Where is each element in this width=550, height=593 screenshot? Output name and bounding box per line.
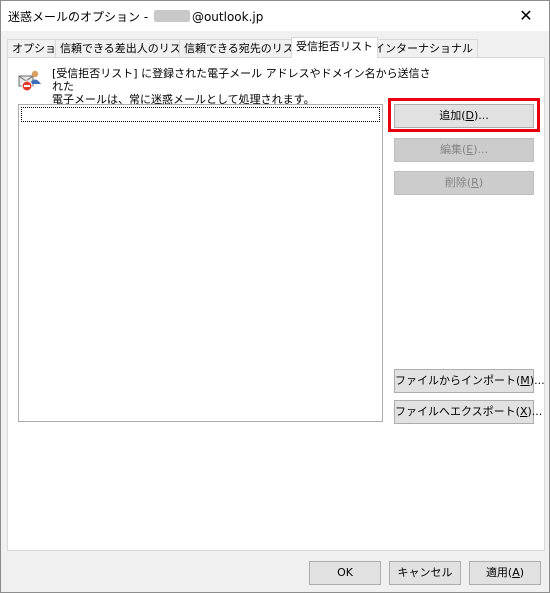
blocked-senders-list[interactable] — [18, 104, 383, 422]
import-button-key: M — [520, 374, 530, 387]
delete-button-suffix: ) — [478, 176, 484, 189]
cancel-button[interactable]: キャンセル — [389, 561, 461, 585]
export-button-suffix: )... — [527, 405, 543, 418]
apply-button-suffix: ) — [519, 566, 525, 579]
delete-button-label: 削除( — [444, 176, 472, 189]
export-button-key: X — [519, 405, 528, 418]
title-suffix: @outlook.jp — [191, 10, 264, 24]
list-focus-row[interactable] — [21, 107, 380, 122]
redacted-username — [153, 10, 190, 22]
delete-button-key: R — [471, 176, 479, 189]
apply-button[interactable]: 適用(A) — [469, 561, 541, 585]
export-button-label: ファイルへエクスポート( — [395, 405, 520, 418]
description-line-1: [受信拒否リスト] に登録された電子メール アドレスやドメイン名から送信された — [52, 67, 431, 93]
ok-button[interactable]: OK — [309, 561, 381, 585]
export-button[interactable]: ファイルへエクスポート(X)... — [394, 400, 542, 424]
close-icon[interactable]: ✕ — [503, 1, 549, 31]
apply-button-key: A — [512, 566, 520, 579]
blocked-senders-icon — [18, 70, 41, 92]
title-bar: 迷惑メールのオプション - @outlook.jp ✕ — [1, 1, 549, 31]
edit-button[interactable]: 編集(E)... — [394, 138, 534, 162]
edit-button-label: 編集( — [439, 143, 467, 156]
title-prefix: 迷惑メールのオプション - — [8, 10, 152, 24]
edit-button-suffix: )... — [473, 143, 489, 156]
options-dialog: 迷惑メールのオプション - @outlook.jp ✕ オプション 信頼できる差… — [0, 0, 550, 593]
tab-safe-senders[interactable]: 信頼できる差出人のリスト — [55, 39, 197, 57]
blocked-senders-panel: [受信拒否リスト] に登録された電子メール アドレスやドメイン名から送信された … — [7, 57, 545, 551]
tab-strip: オプション 信頼できる差出人のリスト 信頼できる宛先のリスト 受信拒否リスト イ… — [7, 37, 547, 59]
tab-blocked-senders[interactable]: 受信拒否リスト — [291, 37, 378, 58]
window-title: 迷惑メールのオプション - @outlook.jp — [8, 8, 263, 25]
import-button-label: ファイルからインポート( — [395, 374, 521, 387]
tab-international[interactable]: インターナショナル — [369, 39, 478, 57]
apply-button-label: 適用( — [485, 566, 513, 579]
add-button-highlight — [388, 98, 540, 132]
import-button-suffix: )... — [529, 374, 545, 387]
delete-button[interactable]: 削除(R) — [394, 171, 534, 195]
panel-description: [受信拒否リスト] に登録された電子メール アドレスやドメイン名から送信された … — [52, 67, 432, 106]
import-button[interactable]: ファイルからインポート(M)... — [394, 369, 545, 393]
